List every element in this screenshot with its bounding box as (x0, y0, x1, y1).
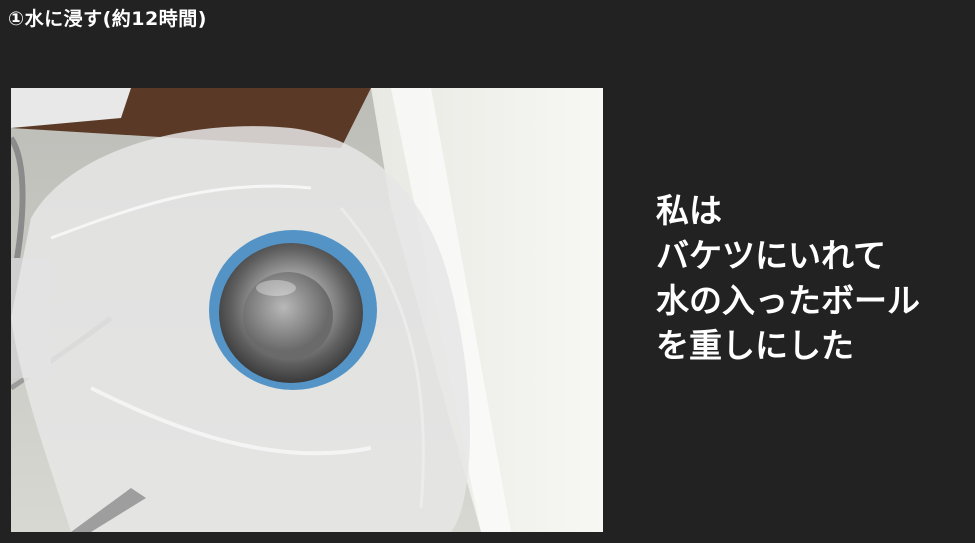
caption-text: 私は バケツにいれて 水の入ったボール を重しにした (656, 188, 966, 368)
photo-illustration (11, 88, 603, 532)
caption-line-4: を重しにした (656, 326, 854, 365)
caption-line-3: 水の入ったボール (656, 281, 920, 320)
caption-line-2: バケツにいれて (656, 236, 887, 275)
slide-title: ①水に浸す(約12時間) (8, 8, 207, 30)
bucket-photo (11, 88, 603, 532)
bowl-highlight (256, 280, 296, 296)
caption-line-1: 私は (656, 191, 722, 230)
